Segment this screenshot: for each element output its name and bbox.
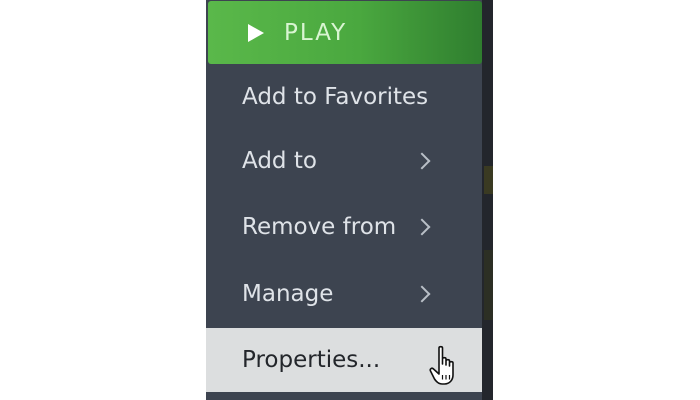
background-accent: [484, 250, 493, 320]
menu-item-add-to[interactable]: Add to: [206, 129, 482, 193]
play-icon: [248, 23, 264, 42]
menu-item-label: Add to: [242, 148, 317, 174]
menu-item-label: Properties...: [242, 347, 381, 373]
hand-pointer-icon: [429, 345, 454, 385]
menu-item-add-to-favorites[interactable]: Add to Favorites: [206, 65, 482, 129]
menu-item-label: Manage: [242, 281, 334, 307]
menu-item-label: Remove from: [242, 214, 397, 240]
chevron-right-icon: [413, 152, 431, 170]
play-label: PLAY: [284, 19, 348, 46]
chevron-right-icon: [413, 285, 431, 303]
background-accent: [484, 166, 493, 194]
chevron-right-icon: [413, 218, 431, 236]
menu-item-manage[interactable]: Manage: [206, 262, 482, 326]
play-button[interactable]: PLAY: [208, 1, 482, 64]
menu-item-label: Add to Favorites: [242, 84, 429, 110]
screenshot: PLAY Add to Favorites Add to Remove from…: [0, 0, 700, 400]
menu-item-remove-from[interactable]: Remove from: [206, 195, 482, 259]
context-menu: PLAY Add to Favorites Add to Remove from…: [206, 0, 482, 400]
